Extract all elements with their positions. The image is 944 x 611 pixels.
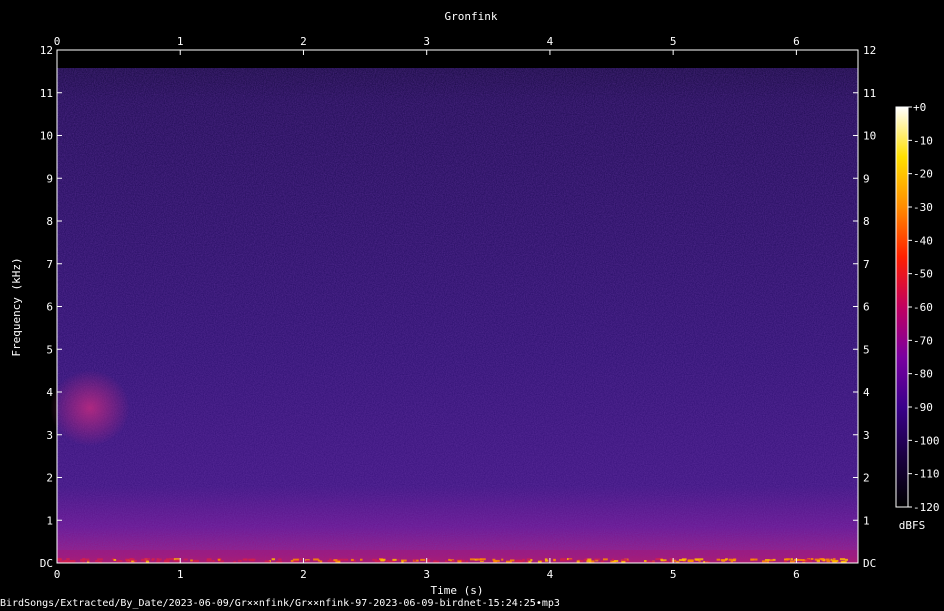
spectrogram-chart: Gronfink 0123456 0123456 DC1234567891011… xyxy=(10,10,940,597)
colorbar-tick-label: -100 xyxy=(913,434,940,447)
y-tick-label-right: 9 xyxy=(863,172,870,185)
y-tick-label-left: DC xyxy=(40,557,53,570)
x-tick-label-top: 3 xyxy=(423,35,430,48)
x-tick-label-top: 0 xyxy=(54,35,61,48)
y-tick-label-right: 4 xyxy=(863,386,870,399)
y-tick-label-left: 6 xyxy=(46,301,53,314)
x-tick-label-bottom: 0 xyxy=(54,568,61,581)
y-axis-label: Frequency (kHz) xyxy=(10,257,23,356)
x-tick-label-top: 5 xyxy=(670,35,677,48)
y-tick-label-right: 5 xyxy=(863,343,870,356)
y-tick-label-left: 5 xyxy=(46,343,53,356)
colorbar-tick-label: -70 xyxy=(913,334,933,347)
y-tick-label-left: 3 xyxy=(46,429,53,442)
colorbar-ticks: +0 -10 -20 -30 -40 -50 -60 -70 -80 -90 -100 -110 -12… xyxy=(908,101,940,514)
x-tick-label-bottom: 4 xyxy=(547,568,554,581)
colorbar-tick-label: -120 xyxy=(913,501,940,514)
colorbar-gradient xyxy=(895,106,909,508)
colorbar-tick-label: -90 xyxy=(913,401,933,414)
y-tick-label-right: 1 xyxy=(863,514,870,527)
y-tick-label-right: 8 xyxy=(863,215,870,228)
y-tick-label-left: 1 xyxy=(46,514,53,527)
x-tick-label-top: 6 xyxy=(793,35,800,48)
colorbar-tick-label: -110 xyxy=(913,468,940,481)
plot-area xyxy=(50,49,859,564)
y-tick-label-right: 3 xyxy=(863,429,870,442)
colorbar-tick-label: -30 xyxy=(913,201,933,214)
y-tick-label-right: 11 xyxy=(863,87,876,100)
file-path-footer: BirdSongs/Extracted/By_Date/2023-06-09/G… xyxy=(0,598,560,609)
y-tick-label-right: 10 xyxy=(863,130,876,143)
colorbar-tick-label: -60 xyxy=(913,301,933,314)
y-tick-label-right: 12 xyxy=(863,44,876,57)
y-tick-label-left: 11 xyxy=(40,87,53,100)
y-tick-label-right: 7 xyxy=(863,258,870,271)
y-tick-label-left: 9 xyxy=(46,172,53,185)
y-tick-label-left: 2 xyxy=(46,472,53,485)
y-tick-label-right: DC xyxy=(863,557,876,570)
chart-title: Gronfink xyxy=(445,10,498,23)
x-tick-label-top: 4 xyxy=(547,35,554,48)
y-tick-label-right: 6 xyxy=(863,301,870,314)
y-tick-label-left: 8 xyxy=(46,215,53,228)
y-tick-label-left: 10 xyxy=(40,130,53,143)
colorbar: +0 -10 -20 -30 -40 -50 -60 -70 -80 -90 -100 -110 -12… xyxy=(895,101,940,532)
y-tick-label-right: 2 xyxy=(863,472,870,485)
x-tick-label-bottom: 2 xyxy=(300,568,307,581)
colorbar-tick-label: -10 xyxy=(913,134,933,147)
y-tick-label-left: 12 xyxy=(40,44,53,57)
colorbar-tick-label: -80 xyxy=(913,368,933,381)
y-tick-label-left: 7 xyxy=(46,258,53,271)
colorbar-label: dBFS xyxy=(899,519,926,532)
colorbar-tick-label: -50 xyxy=(913,268,933,281)
x-tick-label-bottom: 5 xyxy=(670,568,677,581)
colorbar-tick-label: -40 xyxy=(913,234,933,247)
colorbar-tick-label: +0 xyxy=(913,101,926,114)
x-tick-label-top: 1 xyxy=(177,35,184,48)
spectrogram-noise xyxy=(57,68,858,563)
spectrogram-top-band xyxy=(57,50,858,68)
x-tick-label-bottom: 3 xyxy=(423,568,430,581)
x-tick-label-bottom: 6 xyxy=(793,568,800,581)
colorbar-tick-label: -20 xyxy=(913,168,933,181)
y-tick-label-left: 4 xyxy=(46,386,53,399)
x-tick-label-bottom: 1 xyxy=(177,568,184,581)
x-axis-label: Time (s) xyxy=(431,584,484,597)
x-tick-label-top: 2 xyxy=(300,35,307,48)
